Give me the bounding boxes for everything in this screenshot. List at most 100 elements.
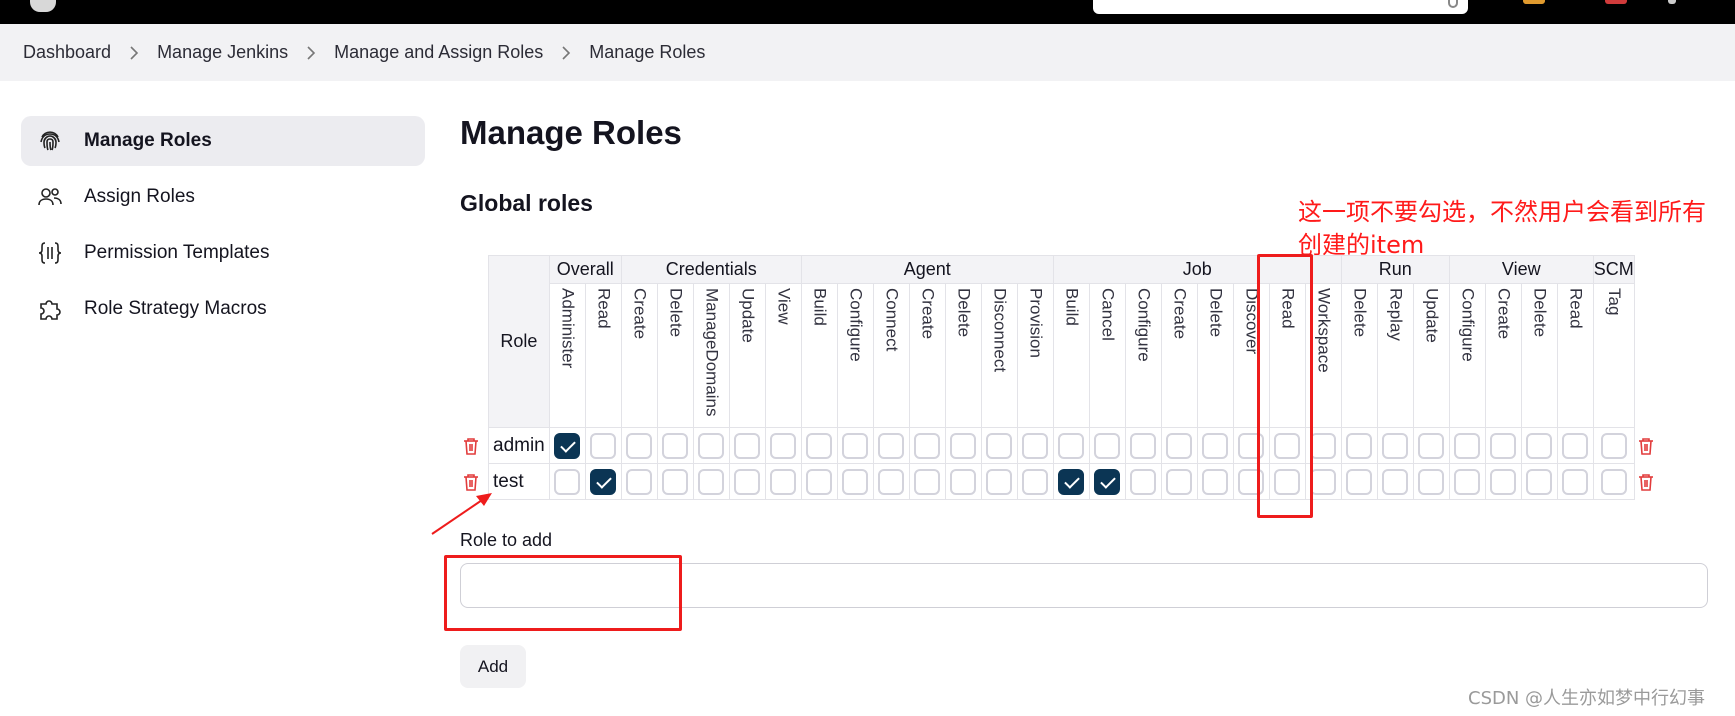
permission-checkbox[interactable]	[1202, 468, 1229, 495]
permission-checkbox[interactable]	[1418, 432, 1445, 459]
delete-role-icon[interactable]	[1637, 436, 1655, 456]
permission-cell	[908, 427, 946, 464]
permission-label: Administer	[558, 288, 578, 369]
permission-label: Update	[1422, 288, 1442, 343]
permission-checkbox[interactable]	[1418, 468, 1445, 495]
permission-checkbox[interactable]	[1562, 468, 1589, 495]
permission-checkbox[interactable]	[1600, 432, 1627, 459]
permission-checkbox[interactable]	[986, 468, 1013, 495]
permission-checkbox[interactable]	[986, 432, 1013, 459]
permission-checkbox[interactable]	[1058, 468, 1085, 495]
permission-checkbox[interactable]	[1130, 468, 1157, 495]
permission-cell	[728, 463, 766, 500]
permission-label: Provision	[1026, 288, 1046, 358]
notification-icon[interactable]	[1605, 0, 1627, 4]
permission-checkbox[interactable]	[1310, 432, 1337, 459]
permission-cell	[1484, 427, 1522, 464]
permission-cell	[548, 463, 586, 500]
jenkins-logo[interactable]	[30, 0, 56, 12]
watermark: CSDN @人生亦如梦中行幻事	[1468, 688, 1706, 709]
permission-checkbox[interactable]	[554, 432, 581, 459]
permission-cell	[1592, 463, 1635, 500]
permission-checkbox[interactable]	[1058, 432, 1085, 459]
permission-checkbox[interactable]	[914, 468, 941, 495]
permission-checkbox[interactable]	[1526, 432, 1553, 459]
permission-checkbox[interactable]	[1130, 432, 1157, 459]
breadcrumb-item[interactable]: Dashboard	[23, 42, 111, 63]
sidebar-item-manage-roles[interactable]: Manage Roles	[21, 116, 425, 166]
permission-checkbox[interactable]	[1490, 468, 1517, 495]
permission-checkbox[interactable]	[1022, 468, 1049, 495]
permission-label: Cancel	[1098, 288, 1118, 341]
permission-label: Configure	[846, 288, 866, 362]
permission-checkbox[interactable]	[878, 432, 905, 459]
permission-label: ManageDomains	[702, 288, 722, 417]
permission-checkbox[interactable]	[1094, 468, 1121, 495]
permission-header: Create	[908, 283, 946, 428]
permission-checkbox[interactable]	[806, 432, 833, 459]
search-input[interactable]	[1093, 0, 1468, 14]
breadcrumb-item[interactable]: Manage and Assign Roles	[334, 42, 543, 63]
braces-icon	[36, 239, 64, 267]
add-role-button[interactable]: Add	[460, 645, 526, 688]
permission-cell	[1412, 427, 1450, 464]
permission-checkbox[interactable]	[554, 468, 581, 495]
user-menu-icon[interactable]	[1668, 0, 1676, 4]
security-alert-icon[interactable]	[1523, 0, 1545, 4]
permission-cell	[656, 463, 694, 500]
permission-checkbox[interactable]	[590, 432, 617, 459]
permission-checkbox[interactable]	[1490, 432, 1517, 459]
permission-label: Tag	[1604, 288, 1624, 316]
permission-cell	[1412, 463, 1450, 500]
permission-checkbox[interactable]	[734, 432, 761, 459]
permission-checkbox[interactable]	[1562, 432, 1589, 459]
role-name: admin	[488, 427, 550, 464]
permission-checkbox[interactable]	[878, 468, 905, 495]
permission-header-row: Administer Read Create Delete ManageDomains U…	[489, 283, 1635, 428]
permission-checkbox[interactable]	[626, 432, 653, 459]
permission-checkbox[interactable]	[1346, 432, 1373, 459]
breadcrumb-item[interactable]: Manage Jenkins	[157, 42, 288, 63]
role-row: admin	[488, 427, 1635, 464]
delete-role-icon[interactable]	[462, 436, 480, 456]
permission-checkbox[interactable]	[1166, 432, 1193, 459]
permission-checkbox[interactable]	[806, 468, 833, 495]
permission-checkbox[interactable]	[1454, 468, 1481, 495]
permission-cell	[1376, 463, 1414, 500]
permission-checkbox[interactable]	[1382, 432, 1409, 459]
sidebar-item-assign-roles[interactable]: Assign Roles	[21, 172, 425, 222]
annotation-highlight-role-input	[444, 555, 682, 631]
permission-checkbox[interactable]	[842, 468, 869, 495]
permission-checkbox[interactable]	[590, 468, 617, 495]
permission-checkbox[interactable]	[1022, 432, 1049, 459]
permission-checkbox[interactable]	[770, 432, 797, 459]
breadcrumb-item[interactable]: Manage Roles	[589, 42, 705, 63]
permission-checkbox[interactable]	[1310, 468, 1337, 495]
permission-cell	[1340, 463, 1378, 500]
permission-checkbox[interactable]	[1202, 432, 1229, 459]
chevron-right-icon	[129, 45, 139, 60]
permission-checkbox[interactable]	[1346, 468, 1373, 495]
sidebar-item-permission-templates[interactable]: Permission Templates	[21, 228, 425, 278]
permission-checkbox[interactable]	[1166, 468, 1193, 495]
permission-checkbox[interactable]	[1094, 432, 1121, 459]
permission-checkbox[interactable]	[734, 468, 761, 495]
permission-checkbox[interactable]	[770, 468, 797, 495]
permission-checkbox[interactable]	[914, 432, 941, 459]
permission-checkbox[interactable]	[698, 432, 725, 459]
permission-checkbox[interactable]	[1454, 432, 1481, 459]
permission-checkbox[interactable]	[1600, 468, 1627, 495]
permission-checkbox[interactable]	[626, 468, 653, 495]
permission-checkbox[interactable]	[662, 432, 689, 459]
permission-checkbox[interactable]	[842, 432, 869, 459]
delete-role-icon[interactable]	[1637, 472, 1655, 492]
sidebar-item-role-strategy-macros[interactable]: Role Strategy Macros	[21, 284, 425, 334]
permission-checkbox[interactable]	[950, 468, 977, 495]
permission-checkbox[interactable]	[662, 468, 689, 495]
permission-checkbox[interactable]	[950, 432, 977, 459]
permission-checkbox[interactable]	[1526, 468, 1553, 495]
permission-cell	[980, 427, 1018, 464]
permission-checkbox[interactable]	[698, 468, 725, 495]
permission-cell	[1448, 427, 1486, 464]
permission-checkbox[interactable]	[1382, 468, 1409, 495]
